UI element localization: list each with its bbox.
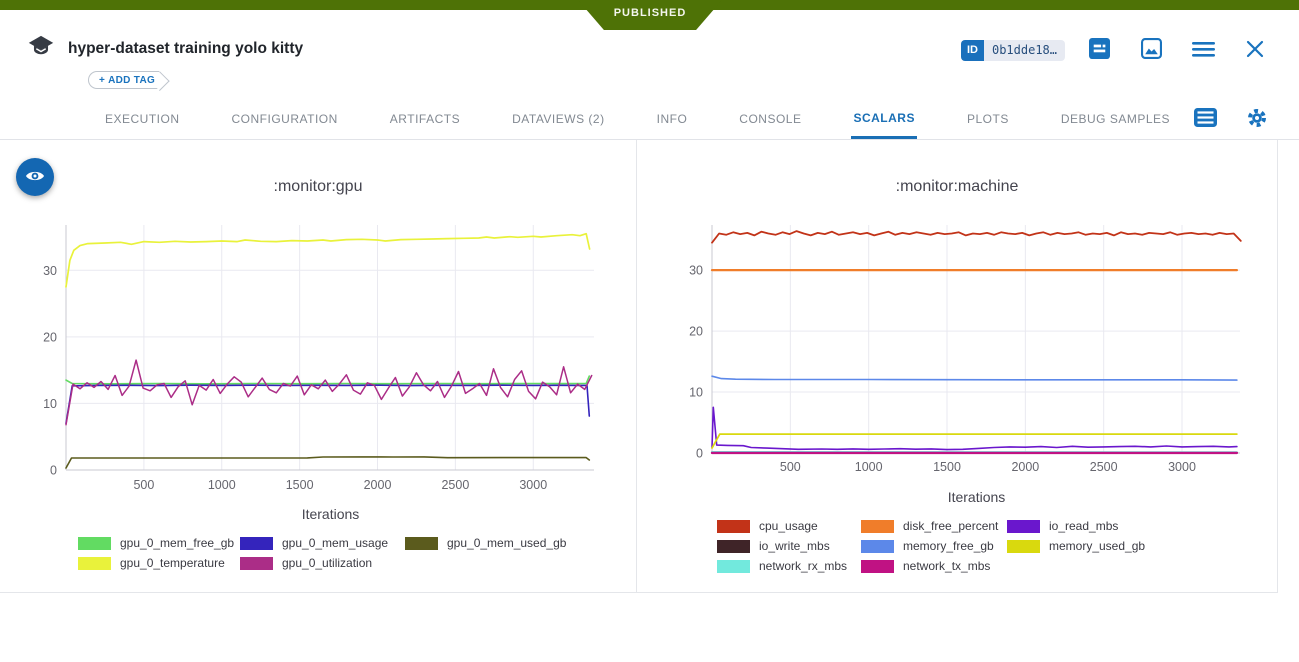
legend-item-gpu-0-mem-free-gb[interactable]: gpu_0_mem_free_gb bbox=[78, 533, 240, 553]
experiment-id-badge[interactable]: ID 0b1dde18… bbox=[961, 40, 1065, 61]
legend-swatch bbox=[717, 560, 750, 573]
add-tag-label: ADD TAG bbox=[108, 75, 155, 86]
legend-swatch bbox=[78, 537, 111, 550]
svg-text:1000: 1000 bbox=[208, 478, 236, 492]
tab-console[interactable]: CONSOLE bbox=[737, 99, 803, 139]
svg-text:2500: 2500 bbox=[1090, 460, 1118, 474]
notes-icon bbox=[1089, 38, 1110, 62]
legend-item-gpu-0-mem-used-gb[interactable]: gpu_0_mem_used_gb bbox=[405, 533, 605, 553]
gpu-chart-legend: gpu_0_mem_free_gb gpu_0_mem_usage gpu_0_… bbox=[78, 533, 636, 573]
tab-debug-samples[interactable]: DEBUG SAMPLES bbox=[1059, 99, 1172, 139]
hamburger-menu-icon bbox=[1192, 38, 1215, 63]
svg-text:2000: 2000 bbox=[1011, 460, 1039, 474]
legend-item-gpu-0-utilization[interactable]: gpu_0_utilization bbox=[240, 553, 405, 573]
menu-button[interactable] bbox=[1191, 38, 1215, 62]
legend-swatch bbox=[1007, 520, 1040, 533]
legend-item-network-tx-mbs[interactable]: network_tx_mbs bbox=[861, 556, 1007, 576]
svg-text:2500: 2500 bbox=[441, 478, 469, 492]
settings-button[interactable] bbox=[1245, 107, 1269, 131]
legend-item-io-write-mbs[interactable]: io_write_mbs bbox=[717, 536, 861, 556]
tab-execution[interactable]: EXECUTION bbox=[103, 99, 182, 139]
legend-item-gpu-0-temperature[interactable]: gpu_0_temperature bbox=[78, 553, 240, 573]
legend-swatch bbox=[861, 520, 894, 533]
gpu-chart-xlabel: Iterations bbox=[0, 506, 637, 528]
experiment-icon bbox=[26, 33, 56, 63]
gear-icon bbox=[1246, 107, 1268, 132]
legend-swatch bbox=[240, 537, 273, 550]
svg-text:10: 10 bbox=[689, 386, 703, 400]
tab-info[interactable]: INFO bbox=[655, 99, 690, 139]
legend-item-network-rx-mbs[interactable]: network_rx_mbs bbox=[717, 556, 861, 576]
svg-text:3000: 3000 bbox=[1168, 460, 1196, 474]
machine-chart-canvas[interactable]: 500 1000 1500 2000 2500 3000 0 10 20 30 bbox=[637, 200, 1278, 485]
gpu-chart-card: :monitor:gpu 500 1000 1500 2000 2500 3000 0 10 2… bbox=[0, 140, 637, 592]
legend-swatch bbox=[1007, 540, 1040, 553]
tab-bar: EXECUTION CONFIGURATION ARTIFACTS DATAVI… bbox=[0, 99, 1299, 140]
svg-text:3000: 3000 bbox=[519, 478, 547, 492]
experiment-title[interactable]: hyper-dataset training yolo kitty bbox=[68, 40, 303, 58]
tab-scalars[interactable]: SCALARS bbox=[851, 99, 917, 139]
legend-item-cpu-usage[interactable]: cpu_usage bbox=[717, 516, 861, 536]
gpu-chart-title: :monitor:gpu bbox=[0, 178, 636, 200]
svg-text:1500: 1500 bbox=[286, 478, 314, 492]
tab-dataviews[interactable]: DATAVIEWS (2) bbox=[510, 99, 607, 139]
status-label: PUBLISHED bbox=[614, 7, 687, 23]
machine-chart-card: :monitor:machine 500 1000 1500 2000 2500 3000… bbox=[637, 140, 1278, 592]
legend-swatch bbox=[405, 537, 438, 550]
legend-swatch bbox=[861, 540, 894, 553]
svg-text:20: 20 bbox=[43, 330, 57, 344]
legend-swatch bbox=[861, 560, 894, 573]
legend-item-disk-free-percent[interactable]: disk_free_percent bbox=[861, 516, 1007, 536]
id-value: 0b1dde18… bbox=[984, 40, 1065, 61]
svg-text:500: 500 bbox=[133, 478, 154, 492]
table-view-icon bbox=[1194, 108, 1217, 130]
legend-swatch bbox=[240, 557, 273, 570]
svg-text:1000: 1000 bbox=[855, 460, 883, 474]
legend-item-memory-free-gb[interactable]: memory_free_gb bbox=[861, 536, 1007, 556]
debug-image-button[interactable] bbox=[1139, 38, 1163, 62]
image-icon bbox=[1141, 38, 1162, 62]
status-ribbon: PUBLISHED bbox=[578, 0, 722, 30]
legend-item-io-read-mbs[interactable]: io_read_mbs bbox=[1007, 516, 1207, 536]
svg-text:10: 10 bbox=[43, 397, 57, 411]
svg-text:0: 0 bbox=[696, 447, 703, 461]
machine-chart-xlabel: Iterations bbox=[637, 489, 1278, 511]
svg-text:20: 20 bbox=[689, 325, 703, 339]
close-button[interactable] bbox=[1243, 38, 1267, 62]
svg-text:500: 500 bbox=[780, 460, 801, 474]
close-icon bbox=[1245, 39, 1265, 62]
legend-swatch bbox=[717, 540, 750, 553]
svg-text:0: 0 bbox=[50, 464, 57, 478]
svg-text:1500: 1500 bbox=[933, 460, 961, 474]
svg-text:30: 30 bbox=[689, 264, 703, 278]
header-actions: ID 0b1dde18… bbox=[961, 38, 1267, 62]
eye-icon bbox=[25, 168, 45, 187]
tab-artifacts[interactable]: ARTIFACTS bbox=[388, 99, 462, 139]
table-view-button[interactable] bbox=[1193, 107, 1217, 131]
legend-swatch bbox=[78, 557, 111, 570]
legend-swatch bbox=[717, 520, 750, 533]
id-label: ID bbox=[961, 40, 984, 61]
legend-item-memory-used-gb[interactable]: memory_used_gb bbox=[1007, 536, 1207, 556]
machine-chart-legend: cpu_usage disk_free_percent io_read_mbs … bbox=[717, 516, 1277, 576]
add-tag-button[interactable]: + ADD TAG bbox=[88, 71, 159, 89]
notes-button[interactable] bbox=[1087, 38, 1111, 62]
svg-text:2000: 2000 bbox=[364, 478, 392, 492]
plus-icon: + bbox=[99, 75, 105, 86]
experiment-detail-page: PUBLISHED hyper-dataset training yolo ki… bbox=[0, 0, 1299, 662]
svg-text:30: 30 bbox=[43, 264, 57, 278]
machine-chart-title: :monitor:machine bbox=[637, 178, 1277, 200]
gpu-chart-canvas[interactable]: 500 1000 1500 2000 2500 3000 0 10 20 30 bbox=[0, 200, 637, 500]
show-hide-metrics-button[interactable] bbox=[16, 158, 54, 196]
tab-configuration[interactable]: CONFIGURATION bbox=[230, 99, 340, 139]
scalar-plots-area: :monitor:gpu 500 1000 1500 2000 2500 3000 0 10 2… bbox=[0, 140, 1278, 593]
tab-plots[interactable]: PLOTS bbox=[965, 99, 1011, 139]
legend-item-gpu-0-mem-usage[interactable]: gpu_0_mem_usage bbox=[240, 533, 405, 553]
